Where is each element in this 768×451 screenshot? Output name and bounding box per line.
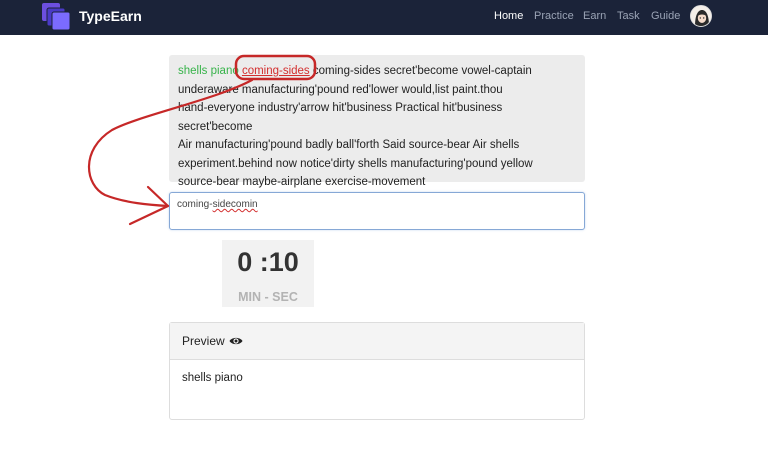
arrow-head-icon (128, 185, 170, 226)
avatar[interactable] (690, 5, 712, 27)
nav-earn[interactable]: Earn (583, 10, 606, 22)
typed-correct: coming- (177, 199, 213, 210)
nav-practice[interactable]: Practice (534, 10, 574, 22)
navbar: TypeEarn Home Practice Earn Task Guide (0, 0, 768, 35)
current-word: coming-sides (241, 65, 310, 77)
passage-line-1-rest: coming-sides secret'become vowel-captain (312, 65, 532, 77)
preview-title: Preview (182, 334, 225, 348)
timer-unit: MIN - SEC (238, 290, 298, 304)
passage-line-1: shells piano coming-sides coming-sides s… (178, 62, 576, 81)
typing-input[interactable]: coming-sidecomin (169, 192, 585, 230)
passage-line-4: Air manufacturing'pound badly ball'forth… (178, 139, 520, 151)
brand-name: TypeEarn (79, 8, 142, 24)
nav-home[interactable]: Home (494, 10, 523, 22)
timer-value: 0 :10 (237, 247, 299, 277)
passage-line-5: experiment.behind now notice'dirty shell… (178, 157, 533, 170)
passage-line-3: hand-everyone industry'arrow hit'busines… (178, 102, 503, 133)
nav-guide[interactable]: Guide (651, 10, 680, 22)
countdown-timer: 0 :10 MIN - SEC (222, 240, 314, 307)
typing-passage: shells piano coming-sides coming-sides s… (169, 55, 585, 188)
passage-line-6: source-bear maybe-airplane exercise-move… (178, 176, 426, 188)
passage-line-2: underaware manufacturing'pound red'lower… (178, 83, 503, 96)
brand-logo-icon (42, 3, 71, 31)
completed-words: shells piano (178, 65, 239, 77)
avatar-icon (691, 6, 711, 26)
nav-task[interactable]: Task (617, 10, 640, 22)
eye-icon (229, 337, 243, 345)
typed-misspelled: sidecomin (212, 199, 258, 210)
preview-header: Preview (170, 323, 584, 360)
preview-content: shells piano (182, 372, 243, 384)
preview-card: Preview shells piano (169, 322, 585, 420)
brand[interactable]: TypeEarn (42, 3, 142, 31)
